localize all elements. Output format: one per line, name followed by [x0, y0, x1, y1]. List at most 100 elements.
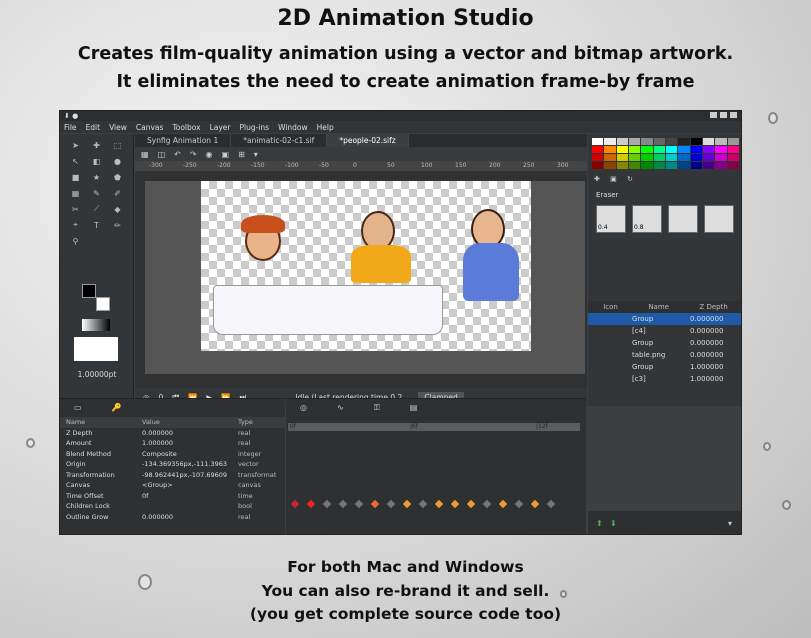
sketch-tool-icon[interactable]: ✏ — [108, 218, 127, 232]
palette-swatch[interactable] — [690, 138, 702, 145]
draw-tool-icon[interactable]: ✐ — [108, 186, 127, 200]
palette-swatch[interactable] — [653, 154, 665, 161]
width-tool-icon[interactable]: ⟋ — [87, 202, 106, 216]
waypoint[interactable] — [546, 499, 556, 509]
palette-swatch[interactable] — [592, 146, 604, 153]
circle-tool-icon[interactable]: ● — [108, 154, 127, 168]
timetrack-tab-icon[interactable]: ◎ — [300, 403, 307, 413]
params-tab-icon[interactable]: ▭ — [74, 403, 82, 413]
palette-swatch[interactable] — [678, 146, 690, 153]
mirror-tool-icon[interactable]: ◧ — [87, 154, 106, 168]
palette-swatch[interactable] — [715, 154, 727, 161]
menu-toolbox[interactable]: Toolbox — [172, 123, 200, 132]
palette-swatch[interactable] — [592, 162, 604, 169]
param-row[interactable]: Transformation -98.962441px,-107.69609 tra… — [60, 470, 285, 481]
layers-col-icon[interactable]: Icon — [603, 303, 618, 311]
palette-swatch[interactable] — [727, 138, 739, 145]
show-guides-icon[interactable]: ⊞ — [238, 150, 245, 159]
params-col-type[interactable]: Type — [238, 418, 278, 426]
palette-swatch[interactable] — [653, 162, 665, 169]
timeline-ruler[interactable]: 0f |6f |12f — [288, 423, 580, 431]
gradient-tool-icon[interactable]: ▦ — [66, 186, 85, 200]
layer-row[interactable]: [c4] 0.000000 — [588, 325, 741, 337]
param-row[interactable]: Outline Grow 0.000000 real — [60, 512, 285, 523]
palette-swatch[interactable] — [604, 146, 616, 153]
layers-col-zdepth[interactable]: Z Depth — [699, 303, 727, 311]
param-row[interactable]: Blend Method Composite integer — [60, 449, 285, 460]
refresh-palette-icon[interactable]: ↻ — [627, 175, 633, 183]
palette-swatch[interactable] — [702, 162, 715, 169]
param-row[interactable]: Time Offset 0f time — [60, 491, 285, 502]
palette-swatch[interactable] — [641, 138, 653, 145]
palette-swatch[interactable] — [592, 138, 604, 145]
waypoint[interactable] — [402, 499, 412, 509]
default-width-value[interactable]: 1.00000pt — [60, 370, 134, 379]
layer-row[interactable]: Group 0.000000 — [588, 313, 741, 325]
dropdown-chevron-icon[interactable]: ▾ — [254, 150, 258, 159]
toggle-grid-icon[interactable]: ▦ — [141, 150, 149, 159]
tab-animatic[interactable]: *animatic-02-c1.sif — [231, 134, 328, 147]
rectangle-tool-icon[interactable]: ■ — [66, 170, 85, 184]
palette-swatch[interactable] — [702, 154, 715, 161]
palette-swatch[interactable] — [715, 162, 727, 169]
param-row[interactable]: Canvas <Group> canvas — [60, 480, 285, 491]
brush-preset[interactable] — [668, 205, 698, 233]
waypoint[interactable] — [530, 499, 540, 509]
params-col-name[interactable]: Name — [60, 418, 142, 426]
menu-window[interactable]: Window — [278, 123, 308, 132]
cutout-tool-icon[interactable]: ✂ — [66, 202, 85, 216]
outline-color-swatch[interactable] — [82, 284, 96, 298]
add-color-icon[interactable]: ✚ — [594, 175, 600, 183]
layer-row[interactable]: Group 0.000000 — [588, 337, 741, 349]
preview-icon[interactable]: ▣ — [222, 150, 230, 159]
palette-swatch[interactable] — [604, 154, 616, 161]
text-tool-icon[interactable]: T — [87, 218, 106, 232]
transparent-canvas[interactable] — [201, 181, 531, 351]
star-tool-icon[interactable]: ★ — [87, 170, 106, 184]
waypoint[interactable] — [482, 499, 492, 509]
brush-preset[interactable]: 0.4 — [596, 205, 626, 233]
fill-color-swatch[interactable] — [96, 297, 110, 311]
palette-swatch[interactable] — [678, 154, 690, 161]
param-row[interactable]: Z Depth 0.000000 real — [60, 428, 285, 439]
palette-swatch[interactable] — [665, 154, 678, 161]
palette-swatch[interactable] — [641, 162, 653, 169]
app-menu-icon[interactable]: ⬇ ● — [64, 112, 78, 120]
palette-swatch[interactable] — [727, 162, 739, 169]
rotate-tool-icon[interactable]: ↖ — [66, 154, 85, 168]
palette-swatch[interactable] — [702, 146, 715, 153]
waypoint[interactable] — [386, 499, 396, 509]
palette-swatch[interactable] — [715, 146, 727, 153]
tab-people-02[interactable]: *people-02.sifz — [327, 134, 409, 147]
window-controls[interactable] — [707, 112, 737, 120]
palette-swatch[interactable] — [727, 154, 739, 161]
menu-layer[interactable]: Layer — [210, 123, 231, 132]
palette-swatch[interactable] — [690, 162, 702, 169]
palette-swatch[interactable] — [592, 154, 604, 161]
waypoint[interactable] — [418, 499, 428, 509]
palette-swatch[interactable] — [616, 146, 628, 153]
waypoint[interactable] — [354, 499, 364, 509]
palette-swatch[interactable] — [641, 154, 653, 161]
keyframes-tab-icon[interactable]: ⚿ — [374, 403, 380, 413]
waypoint[interactable] — [498, 499, 508, 509]
palette-swatch[interactable] — [653, 146, 665, 153]
waypoint[interactable] — [290, 499, 300, 509]
param-row[interactable]: Origin -134.369356px,-111.3963 vector — [60, 459, 285, 470]
palette-swatch[interactable] — [616, 154, 628, 161]
layers-col-name[interactable]: Name — [648, 303, 669, 311]
render-icon[interactable]: ◉ — [206, 150, 213, 159]
waypoint[interactable] — [338, 499, 348, 509]
lower-layer-icon[interactable]: ⬇ — [610, 519, 617, 528]
palette-swatch[interactable] — [727, 146, 739, 153]
menu-plugins[interactable]: Plug-ins — [239, 123, 269, 132]
palette-swatch[interactable] — [678, 162, 690, 169]
palette-swatch[interactable] — [665, 146, 678, 153]
library2-tab-icon[interactable]: ▤ — [410, 403, 418, 413]
palette-swatch[interactable] — [678, 138, 690, 145]
default-gradient-swatch[interactable] — [82, 319, 110, 331]
library-tab-icon[interactable]: 🔑 — [112, 403, 122, 413]
menu-canvas[interactable]: Canvas — [136, 123, 164, 132]
param-row[interactable]: Children Lock bool — [60, 501, 285, 512]
save-palette-icon[interactable]: ▣ — [610, 175, 617, 183]
